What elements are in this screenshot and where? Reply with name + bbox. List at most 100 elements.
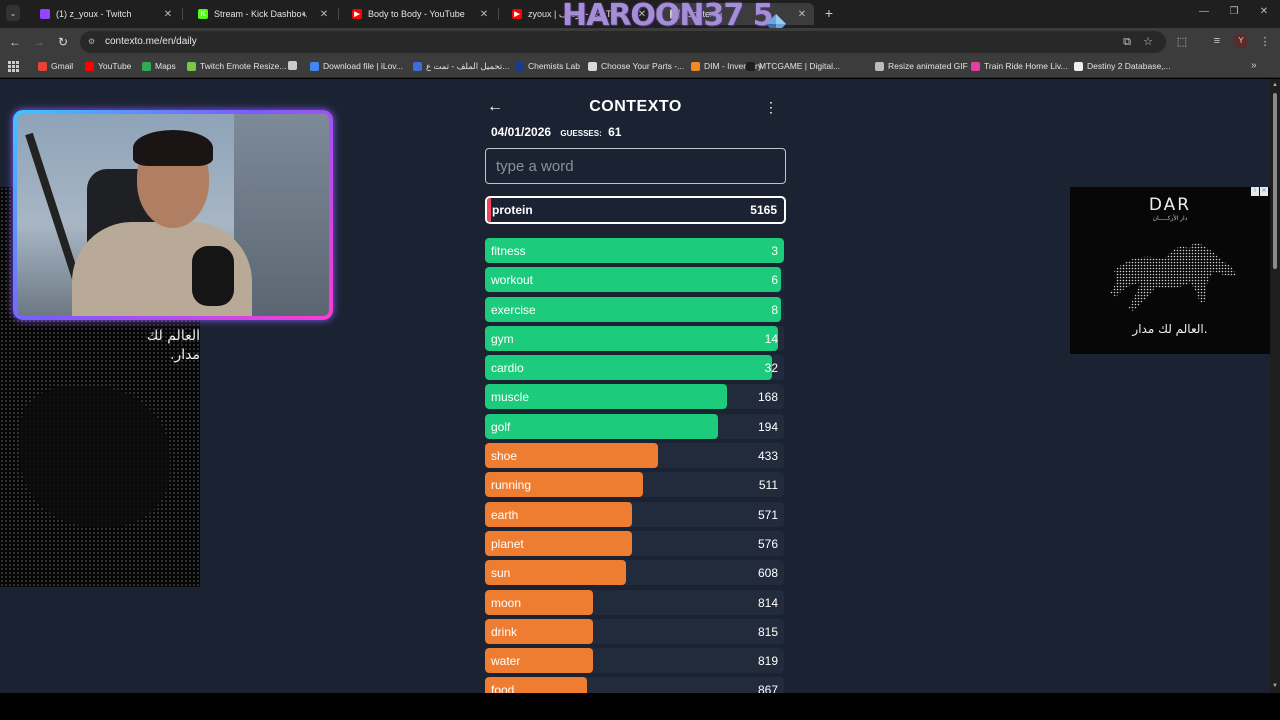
install-app-icon[interactable]: ⧉	[1120, 36, 1134, 49]
guess-row: shoe 433	[485, 443, 784, 469]
guess-word: food	[491, 683, 515, 693]
bookmark-item[interactable]: Train Ride Home Liv...	[971, 61, 1068, 71]
last-guess-word: protein	[492, 203, 533, 217]
close-tab-icon[interactable]: ✕	[162, 9, 174, 20]
bookmark-favicon-icon	[875, 61, 884, 71]
bookmark-item[interactable]: Resize animated GIF	[875, 61, 968, 71]
guess-row: water 819	[485, 648, 784, 674]
guess-row: drink 815	[485, 618, 784, 644]
bookmark-favicon-icon	[691, 61, 700, 71]
guess-word: exercise	[491, 302, 536, 317]
bookmark-label: MTCGAME | Digital...	[759, 61, 841, 71]
guess-rank: 3	[771, 244, 778, 258]
bookmark-item[interactable]: Chemists Lab	[515, 61, 580, 71]
bookmark-item[interactable]: YouTube	[85, 61, 131, 71]
webcam-overlay	[13, 110, 333, 320]
bookmark-item[interactable]: MTCGAME | Digital...	[746, 61, 840, 71]
bottom-bar	[0, 693, 1280, 720]
ad-horse-graphic	[1110, 242, 1236, 311]
media-controls-icon[interactable]: ≡	[1210, 35, 1224, 47]
guess-row: moon 814	[485, 589, 784, 615]
bookmark-favicon-icon	[515, 61, 524, 71]
bookmark-star-icon[interactable]: ☆	[1141, 35, 1155, 48]
new-tab-plus-icon[interactable]: +	[822, 5, 836, 21]
scroll-down-icon[interactable]: ▼	[1272, 683, 1278, 689]
page-scrollbar[interactable]: ▲ ▼	[1270, 79, 1280, 693]
guess-row: earth 571	[485, 501, 784, 527]
window-close-icon[interactable]: ✕	[1256, 6, 1272, 17]
site-info-icon[interactable]: ⚙	[88, 37, 98, 47]
close-tab-icon[interactable]: ✕	[478, 9, 490, 20]
guess-rank: 194	[757, 419, 778, 434]
bookmark-label: Download file | iLov...	[323, 61, 404, 71]
bookmark-favicon-icon	[85, 61, 94, 71]
back-icon[interactable]: ←	[8, 35, 22, 49]
right-ad-text: العالم لك مدار.	[1132, 322, 1208, 336]
bookmark-label: Maps	[155, 61, 176, 71]
mute-tab-icon[interactable]: 🔇︎	[302, 9, 314, 20]
bookmark-favicon-icon	[1074, 61, 1083, 71]
bookmark-item[interactable]: Twitch Emote Resize...	[187, 61, 286, 71]
guess-rank: 168	[757, 390, 778, 405]
bookmark-item[interactable]: تحميل الملف - تمت ع...	[413, 61, 509, 72]
guess-word: sun	[491, 566, 511, 581]
chrome-menu-icon[interactable]: ⋮	[1258, 35, 1272, 48]
right-advertisement[interactable]: i ✕ DAR دار الأركـــــان العالم لك مدار.	[1070, 187, 1270, 354]
minimize-icon[interactable]: —	[1196, 6, 1212, 17]
bookmark-label: Chemists Lab	[528, 61, 580, 71]
guess-word: planet	[491, 536, 524, 551]
bookmark-favicon-icon	[588, 61, 597, 71]
guess-rank: 8	[771, 302, 778, 317]
close-tab-icon[interactable]: ✕	[318, 9, 330, 20]
tab-3[interactable]: ▶ Body to Body - YouTube ✕	[342, 3, 496, 25]
guess-rank: 815	[757, 624, 778, 639]
bookmark-item[interactable]: Download file | iLov...	[310, 61, 403, 71]
bookmark-item[interactable]: Choose Your Parts -...	[588, 61, 684, 71]
page-content: العالم لك مدار. i ✕ DAR دار الأركـــــان …	[0, 79, 1270, 693]
tab-separator	[182, 8, 183, 20]
bookmark-favicon-icon	[413, 62, 422, 71]
bookmarks-bar: Gmail YouTube Maps Twitch Emote Resize... Do…	[0, 56, 1280, 78]
guess-rank: 511	[758, 478, 778, 493]
bookmark-favicon-icon	[142, 61, 151, 71]
ad-logo: DAR	[1148, 195, 1192, 215]
guess-similarity-bar	[485, 355, 773, 381]
guess-rank: 608	[757, 566, 778, 581]
bookmark-item[interactable]	[288, 61, 301, 70]
tab-search-icon[interactable]: ⌄	[6, 5, 20, 21]
bookmark-item[interactable]: Destiny 2 Database,...	[1074, 61, 1171, 71]
tab-2[interactable]: K Stream - Kick Dashboard🔇︎ ✕	[188, 3, 336, 25]
tab-1[interactable]: (1) z_youx - Twitch ✕	[30, 3, 180, 25]
extensions-icon[interactable]: ⬚	[1175, 35, 1189, 48]
scroll-up-icon[interactable]: ▲	[1272, 82, 1278, 88]
bookmark-label: Destiny 2 Database,...	[1087, 61, 1171, 71]
more-options-icon[interactable]: ⋮	[764, 99, 778, 116]
bookmark-item[interactable]: Gmail	[38, 61, 73, 71]
guess-rank: 6	[771, 273, 778, 288]
maximize-icon[interactable]: ❐	[1226, 6, 1242, 17]
bookmark-favicon-icon	[746, 61, 755, 71]
guess-rank: 32	[764, 361, 778, 376]
word-guess-input[interactable]	[485, 148, 786, 184]
guess-rank: 576	[757, 536, 778, 551]
address-bar[interactable]: ⚙ contexto.me/en/daily	[80, 31, 1166, 53]
guess-word: cardio	[491, 361, 524, 376]
bookmark-label: Train Ride Home Liv...	[984, 61, 1068, 71]
bookmark-item[interactable]: Maps	[142, 61, 176, 71]
guess-word: muscle	[491, 390, 530, 405]
twitch-icon	[40, 9, 50, 19]
more-bookmarks-icon[interactable]: »	[1251, 60, 1257, 71]
bookmark-favicon-icon	[310, 61, 319, 71]
guess-word: running	[491, 478, 532, 493]
bookmark-label: YouTube	[98, 61, 132, 71]
scrollbar-thumb[interactable]	[1273, 93, 1277, 269]
browser-window: ⌄ (1) z_youx - Twitch ✕ K Stream - Kick Das…	[0, 0, 1280, 720]
close-tab-icon[interactable]: ✕	[796, 9, 808, 20]
tab-title: Body to Body - YouTube	[368, 9, 465, 19]
guess-similarity-bar	[485, 413, 719, 439]
apps-grid-icon[interactable]	[8, 61, 19, 72]
forward-icon[interactable]: →	[32, 35, 46, 49]
reload-icon[interactable]: ↻	[56, 35, 70, 49]
guess-row: cardio 32	[485, 355, 784, 381]
profile-avatar[interactable]: Y	[1234, 34, 1248, 48]
